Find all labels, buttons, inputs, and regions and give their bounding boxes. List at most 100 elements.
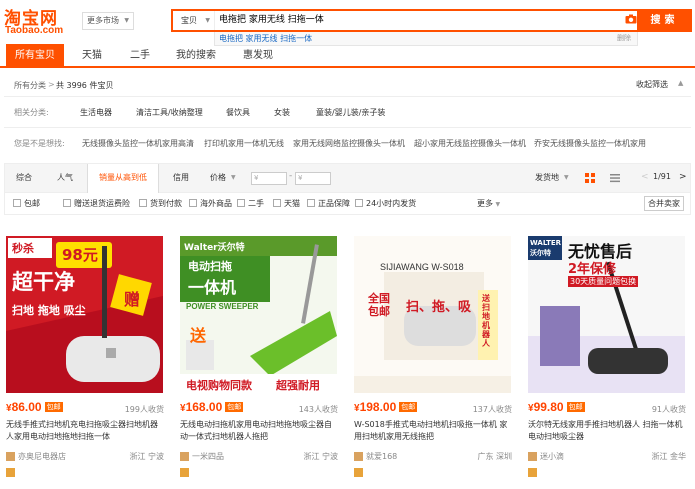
chevron-up-icon: ▲ bbox=[678, 79, 684, 87]
chevron-down-icon: ▼ bbox=[495, 201, 501, 208]
merge-sellers-button[interactable]: 合并卖家 bbox=[644, 196, 684, 211]
checkbox[interactable] bbox=[273, 199, 281, 207]
option-label: 正品保障 bbox=[318, 199, 350, 208]
grid-view-icon[interactable] bbox=[585, 173, 595, 183]
product-shop[interactable]: 就爱168 bbox=[354, 451, 397, 462]
image-text: 送 bbox=[190, 326, 207, 345]
suggestion-text[interactable]: 电拖把 家用无线 扫拖一体 bbox=[219, 33, 312, 44]
option-tmall[interactable]: 天猫 bbox=[273, 198, 300, 209]
sort-price[interactable]: 价格 bbox=[203, 164, 233, 192]
prev-page-icon[interactable]: < bbox=[641, 172, 649, 182]
sort-credit[interactable]: 信用 bbox=[161, 164, 201, 192]
option-free-shipping[interactable]: 包邮 bbox=[13, 198, 40, 209]
option-label: 天猫 bbox=[284, 199, 300, 208]
option-return-insurance[interactable]: 赠送退货运费险 bbox=[63, 198, 130, 209]
more-options-button[interactable]: 更多 ▼ bbox=[477, 198, 500, 209]
price-max-input[interactable]: ¥ bbox=[295, 172, 331, 185]
want-item[interactable]: 打印机家用一体机无线 bbox=[204, 138, 284, 149]
shop-icon bbox=[528, 452, 537, 461]
product-title[interactable]: W-S018手推式电动扫地机扫吸拖一体机 家用扫地机家用无线拖把 bbox=[354, 419, 512, 443]
taobao-logo[interactable]: 淘宝网 Taobao.com bbox=[4, 4, 76, 38]
checkbox[interactable] bbox=[13, 199, 21, 207]
want-item[interactable]: 家用无线网络监控摄像头一体机 bbox=[293, 138, 405, 149]
chevron-down-icon: ▼ bbox=[205, 17, 210, 24]
free-shipping-badge: 包邮 bbox=[44, 402, 63, 412]
option-secondhand[interactable]: 二手 bbox=[237, 198, 264, 209]
product-title[interactable]: 沃尔特无线家用手推扫地机器人 扫拖一体机电动扫地吸尘器 bbox=[528, 419, 686, 443]
option-cod[interactable]: 货到付款 bbox=[139, 198, 182, 209]
product-image[interactable]: SIJIAWANG W-S018 全国包邮 扫、拖、吸 送扫地机器人 bbox=[354, 236, 511, 393]
seller-badge-icon bbox=[354, 468, 363, 477]
shop-name[interactable]: 一米四品 bbox=[192, 452, 224, 461]
collapse-filter-button[interactable]: 收起筛选 bbox=[636, 79, 668, 90]
breadcrumb-separator: > bbox=[48, 80, 55, 89]
price-min-input[interactable]: ¥ bbox=[251, 172, 287, 185]
want-item[interactable]: 无线摄像头监控一体机家用高清 bbox=[82, 138, 194, 149]
sort-popularity[interactable]: 人气 bbox=[45, 164, 85, 192]
chevron-down-icon: ▼ bbox=[564, 174, 569, 181]
shop-name[interactable]: 就爱168 bbox=[366, 452, 397, 461]
want-item[interactable]: 超小家用无线监控摄像头一体机 bbox=[414, 138, 526, 149]
sort-sales[interactable]: 销量从高到低 bbox=[87, 164, 159, 193]
product-card[interactable]: SIJIAWANG W-S018 全国包邮 扫、拖、吸 送扫地机器人 ¥198.… bbox=[348, 232, 514, 487]
product-shop[interactable]: 迷小滴 bbox=[528, 451, 564, 462]
product-image[interactable]: Walter沃尔特 电动扫拖 一体机 POWER SWEEPER 送 电视购物同… bbox=[180, 236, 337, 393]
product-card[interactable]: 秒杀 98元 超干净 扫地 拖地 吸尘 赠 ¥86.00 包邮 199人收货 无线… bbox=[0, 232, 166, 487]
list-view-icon[interactable] bbox=[610, 173, 620, 183]
shop-name[interactable]: 迷小滴 bbox=[540, 452, 564, 461]
product-price: ¥168.00 包邮 bbox=[180, 400, 244, 414]
price-value: 86.00 bbox=[11, 400, 42, 414]
free-shipping-badge: 包邮 bbox=[225, 402, 244, 412]
tab-all[interactable]: 所有宝贝 bbox=[6, 44, 64, 68]
checkbox[interactable] bbox=[139, 199, 147, 207]
related-label: 相关分类: bbox=[14, 108, 49, 117]
shop-name[interactable]: 亦奥尼电器店 bbox=[18, 452, 66, 461]
seller-badge-icon bbox=[6, 468, 15, 477]
product-location: 浙江 金华 bbox=[651, 452, 686, 461]
tab-secondhand[interactable]: 二手 bbox=[120, 44, 160, 68]
shop-icon bbox=[180, 452, 189, 461]
option-overseas[interactable]: 海外商品 bbox=[189, 198, 232, 209]
suggestion-delete[interactable]: 删除 bbox=[617, 33, 631, 43]
more-markets-label: 更多市场 bbox=[87, 16, 119, 25]
search-category-select[interactable]: 宝贝 ▼ bbox=[173, 11, 215, 30]
option-24h-ship[interactable]: 24小时内发货 bbox=[355, 198, 416, 209]
tab-my-search[interactable]: 我的搜索 bbox=[168, 44, 224, 68]
next-page-icon[interactable]: > bbox=[679, 172, 687, 182]
related-item[interactable]: 童装/婴儿装/亲子装 bbox=[316, 107, 385, 118]
ship-from-select[interactable]: 发货地 bbox=[527, 164, 567, 192]
checkbox[interactable] bbox=[355, 199, 363, 207]
tab-discover[interactable]: 惠发现 bbox=[232, 44, 284, 68]
related-item[interactable]: 餐饮具 bbox=[226, 107, 250, 118]
product-card[interactable]: Walter沃尔特 电动扫拖 一体机 POWER SWEEPER 送 电视购物同… bbox=[174, 232, 340, 487]
more-markets-dropdown[interactable]: 更多市场 ▼ bbox=[82, 12, 134, 30]
product-shop[interactable]: 亦奥尼电器店 bbox=[6, 451, 66, 462]
product-shop[interactable]: 一米四品 bbox=[180, 451, 224, 462]
product-card[interactable]: WALTER 沃尔特 无忧售后 2年保修 30天质量问题包换 ¥99.80 包邮 … bbox=[522, 232, 688, 487]
checkbox[interactable] bbox=[189, 199, 197, 207]
product-location: 浙江 宁波 bbox=[129, 452, 164, 461]
breadcrumb-all[interactable]: 所有分类 bbox=[14, 80, 46, 91]
divider bbox=[4, 127, 691, 128]
search-category-label: 宝贝 bbox=[181, 16, 197, 25]
product-image[interactable]: 秒杀 98元 超干净 扫地 拖地 吸尘 赠 bbox=[6, 236, 163, 393]
search-input[interactable]: 电拖把 家用无线 扫拖一体 bbox=[219, 11, 324, 30]
tab-tmall[interactable]: 天猫 bbox=[72, 44, 112, 68]
sort-default[interactable]: 综合 bbox=[5, 164, 43, 192]
checkbox[interactable] bbox=[63, 199, 71, 207]
related-item[interactable]: 生活电器 bbox=[80, 107, 112, 118]
seller-badge-icon bbox=[180, 468, 189, 477]
product-title[interactable]: 无线手推式扫地机充电扫拖吸尘器扫地机器人家用电动扫地拖地扫拖一体 bbox=[6, 419, 164, 443]
camera-icon[interactable] bbox=[625, 14, 637, 24]
checkbox[interactable] bbox=[307, 199, 315, 207]
option-genuine[interactable]: 正品保障 bbox=[307, 198, 350, 209]
search-button[interactable]: 搜索 bbox=[637, 9, 692, 32]
related-item[interactable]: 女装 bbox=[274, 107, 290, 118]
related-item[interactable]: 清洁工具/收纳整理 bbox=[136, 107, 203, 118]
free-shipping-badge: 包邮 bbox=[399, 402, 418, 412]
product-image[interactable]: WALTER 沃尔特 无忧售后 2年保修 30天质量问题包换 bbox=[528, 236, 685, 393]
product-title[interactable]: 无线电动扫拖机家用电动扫地拖地吸尘器自动一体式扫地机器人拖把 bbox=[180, 419, 338, 443]
want-item[interactable]: 乔安无线摄像头监控一体机家用 bbox=[534, 138, 646, 149]
shop-icon bbox=[354, 452, 363, 461]
checkbox[interactable] bbox=[237, 199, 245, 207]
